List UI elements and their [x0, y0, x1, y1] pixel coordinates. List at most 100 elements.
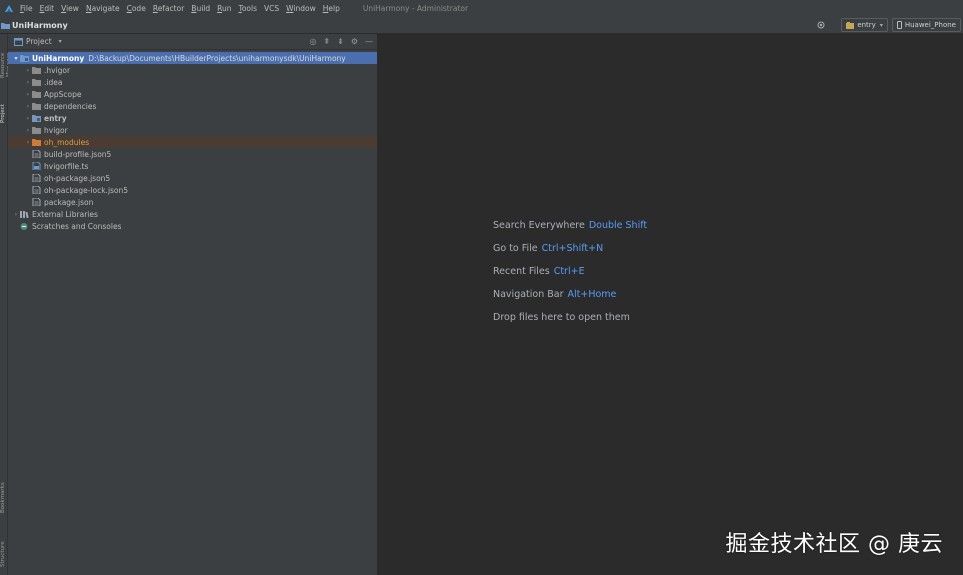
folder-icon — [32, 91, 41, 98]
chevron-right-icon[interactable]: › — [12, 211, 20, 218]
menu-item[interactable]: Window — [286, 4, 316, 13]
chevron-right-icon[interactable]: › — [24, 91, 32, 98]
menu-label: ile — [23, 4, 33, 13]
phone-icon — [896, 21, 902, 29]
tree-row[interactable]: build-profile.json5 — [8, 148, 377, 160]
menu-item[interactable]: Code — [127, 4, 146, 13]
menu-label: un — [222, 4, 232, 13]
editor-area[interactable]: Search Everywhere Double Shift Go to File C… — [378, 34, 963, 575]
chevron-down-icon[interactable]: ▾ — [12, 55, 20, 62]
chevron-right-icon[interactable]: › — [24, 139, 32, 146]
tree-row[interactable]: › oh_modules — [8, 136, 377, 148]
menu-bar: File Edit View Navigate Code Refactor Build Run… — [0, 0, 963, 18]
menu-label: elp — [328, 4, 340, 13]
collapse-all-icon[interactable]: ⇞ — [323, 34, 330, 49]
breadcrumb[interactable]: UniHarmony — [1, 21, 68, 30]
external-libraries-icon — [20, 211, 29, 218]
menu-item[interactable]: Refactor — [153, 4, 184, 13]
project-panel-title[interactable]: Project — [26, 37, 52, 46]
gear-icon[interactable]: ⚙ — [351, 34, 358, 49]
tree-item-path: D:\Backup\Documents\HBuilderProjects\uni… — [88, 53, 346, 63]
tree-item-label: build-profile.json5 — [44, 149, 112, 159]
menu-label: VCS — [264, 4, 280, 13]
hint-label: Search Everywhere — [493, 220, 585, 231]
watermark: 掘金技术社区 @ 庚云 — [725, 532, 943, 557]
file-icon — [32, 198, 41, 206]
menu-item[interactable]: Help — [323, 4, 340, 13]
menu-item[interactable]: Build — [191, 4, 210, 13]
tree-item-label: hvigorfile.ts — [44, 161, 89, 171]
app-logo-icon — [5, 4, 13, 12]
menu-item[interactable]: Run — [217, 4, 231, 13]
hint-shortcut: Double Shift — [588, 220, 648, 231]
tree-item-label: dependencies — [44, 101, 97, 111]
typescript-file-icon — [32, 162, 41, 170]
main-toolbar: UniHarmony entry ▾ Huawei_Phone — [0, 17, 963, 34]
chevron-right-icon[interactable]: › — [24, 127, 32, 134]
menu-item[interactable]: View — [61, 4, 79, 13]
tree-item-label: hvigor — [44, 125, 68, 135]
tree-row[interactable]: › entry — [8, 112, 377, 124]
folder-icon — [32, 79, 41, 86]
menu-label: iew — [66, 4, 79, 13]
tab-bookmarks[interactable]: Bookmarks — [0, 474, 7, 522]
hint-shortcut: Ctrl+Shift+N — [541, 243, 604, 254]
tree-item-label: UniHarmony — [32, 53, 85, 63]
device-selector[interactable]: Huawei_Phone — [891, 18, 961, 32]
chevron-right-icon[interactable]: › — [24, 115, 32, 122]
file-icon — [32, 186, 41, 194]
editor-hint: Search Everywhere Double Shift — [493, 220, 647, 243]
project-panel: Project ▾ ◎ ⇞ ⇟ ⚙ — ▾ UniHarmony D:\Backup… — [8, 34, 378, 575]
tab-project[interactable]: Project — [0, 94, 7, 134]
minimize-icon[interactable]: — — [365, 34, 373, 49]
scratches-icon — [20, 223, 28, 230]
tree-row[interactable]: ▾ UniHarmony D:\Backup\Documents\HBuilderP… — [8, 52, 377, 64]
tree-row[interactable]: package.json — [8, 196, 377, 208]
tree-row[interactable]: oh-package.json5 — [8, 172, 377, 184]
module-folder-icon — [32, 115, 41, 122]
file-icon — [32, 150, 41, 158]
project-panel-header: Project ▾ ◎ ⇞ ⇟ ⚙ — — [8, 34, 377, 50]
tree-row[interactable]: › hvigor — [8, 124, 377, 136]
tree-item-label: .hvigor — [44, 65, 71, 75]
tree-item-label: oh-package-lock.json5 — [44, 185, 129, 195]
tree-row[interactable]: › dependencies — [8, 100, 377, 112]
chevron-right-icon[interactable]: › — [24, 103, 32, 110]
menu-label: indow — [293, 4, 316, 13]
tree-row[interactable]: oh-package-lock.json5 — [8, 184, 377, 196]
module-icon — [846, 21, 855, 29]
locate-file-icon[interactable]: ◎ — [309, 34, 316, 49]
menu-label: ode — [131, 4, 146, 13]
left-tool-strip: Resource Manager Project Bookmarks Struc… — [0, 34, 12, 575]
chevron-right-icon[interactable]: › — [24, 79, 32, 86]
editor-hint: Recent Files Ctrl+E — [493, 266, 647, 289]
menu-item[interactable]: VCS — [264, 4, 279, 13]
window-title: UniHarmony - Administrator — [362, 4, 469, 13]
menu-item[interactable]: Edit — [40, 4, 55, 13]
editor-hint: Navigation Bar Alt+Home — [493, 289, 647, 312]
tree-row[interactable]: Scratches and Consoles — [8, 220, 377, 232]
menu-label: dit — [44, 4, 55, 13]
hint-shortcut: Ctrl+E — [553, 266, 585, 277]
tree-row[interactable]: › .idea — [8, 76, 377, 88]
tree-row[interactable]: › AppScope — [8, 88, 377, 100]
menu-label: uild — [196, 4, 211, 13]
chevron-down-icon[interactable]: ▾ — [59, 38, 62, 45]
tree-row[interactable]: › External Libraries — [8, 208, 377, 220]
target-icon[interactable] — [817, 21, 825, 29]
menu-label: ools — [241, 4, 257, 13]
tree-row[interactable]: › .hvigor — [8, 64, 377, 76]
run-config-selector[interactable]: entry ▾ — [841, 18, 888, 32]
folder-icon — [32, 67, 41, 74]
menu-item[interactable]: Tools — [239, 4, 257, 13]
menu-item[interactable]: File — [20, 4, 33, 13]
menu-item[interactable]: Navigate — [86, 4, 120, 13]
chevron-right-icon[interactable]: › — [24, 67, 32, 74]
tab-resource-manager[interactable]: Resource Manager — [0, 40, 12, 90]
expand-all-icon[interactable]: ⇟ — [337, 34, 344, 49]
tree-row[interactable]: hvigorfile.ts — [8, 160, 377, 172]
chevron-down-icon: ▾ — [879, 21, 883, 29]
folder-icon — [32, 127, 41, 134]
tree-item-label: External Libraries — [32, 209, 98, 219]
tab-structure[interactable]: Structure — [0, 534, 7, 574]
